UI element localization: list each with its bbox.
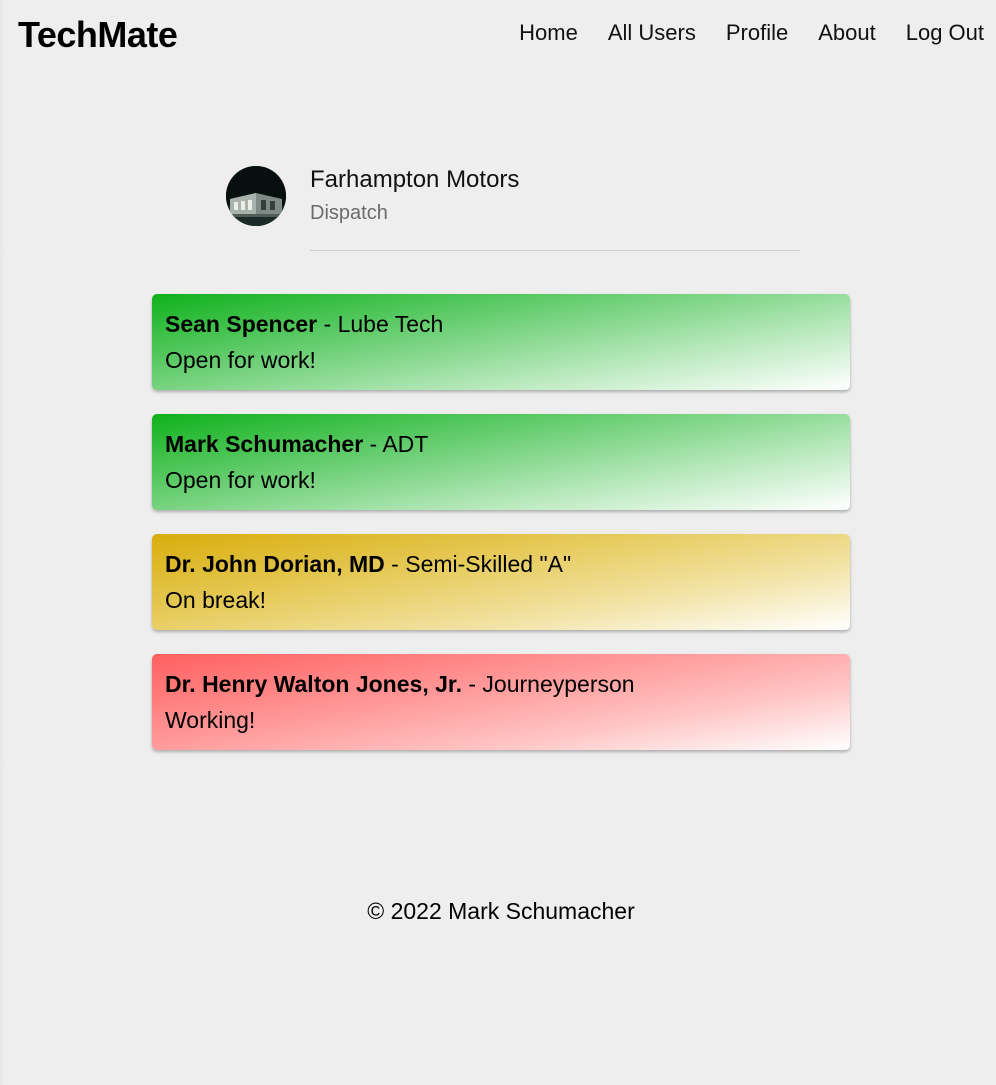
profile-name: Farhampton Motors xyxy=(310,166,520,193)
user-card-heading: Mark Schumacher - ADT xyxy=(165,429,837,459)
user-status: Open for work! xyxy=(165,467,316,493)
nav-link-profile[interactable]: Profile xyxy=(726,20,788,46)
user-card[interactable]: Dr. Henry Walton Jones, Jr. - Journeyper… xyxy=(152,654,850,750)
user-separator: - xyxy=(461,671,483,697)
brand-logo-link[interactable]: TechMate xyxy=(18,14,178,56)
user-card[interactable]: Mark Schumacher - ADT Open for work! xyxy=(152,414,850,510)
user-name: Dr. Henry Walton Jones, Jr. xyxy=(165,671,462,697)
avatar xyxy=(226,166,286,226)
building-photo-icon xyxy=(226,166,286,226)
navbar: TechMate Home All Users Profile About Lo… xyxy=(0,0,996,72)
user-title: Journeyperson xyxy=(482,671,635,697)
user-name: Mark Schumacher xyxy=(165,431,364,457)
footer-copyright: © 2022 Mark Schumacher xyxy=(367,898,635,924)
user-separator: - xyxy=(384,551,406,577)
profile-role: Dispatch xyxy=(310,202,388,224)
user-status: Working! xyxy=(165,707,256,733)
user-card[interactable]: Sean Spencer - Lube Tech Open for work! xyxy=(152,294,850,390)
user-card-heading: Dr. Henry Walton Jones, Jr. - Journeyper… xyxy=(165,669,837,699)
user-separator: - xyxy=(317,311,338,337)
nav-link-home[interactable]: Home xyxy=(519,20,578,46)
user-name: Sean Spencer xyxy=(165,311,318,337)
nav-link-about[interactable]: About xyxy=(818,20,876,46)
nav-links: Home All Users Profile About Log Out xyxy=(519,20,984,46)
user-title: Lube Tech xyxy=(337,311,444,337)
user-name: Dr. John Dorian, MD xyxy=(165,551,385,577)
user-status: On break! xyxy=(165,587,266,613)
user-card-heading: Dr. John Dorian, MD - Semi-Skilled "A" xyxy=(165,549,837,579)
user-card-heading: Sean Spencer - Lube Tech xyxy=(165,309,837,339)
user-separator: - xyxy=(363,431,383,457)
user-title: ADT xyxy=(382,431,429,457)
nav-link-log-out[interactable]: Log Out xyxy=(906,20,984,46)
profile-divider xyxy=(310,250,800,251)
user-list: Sean Spencer - Lube Tech Open for work! … xyxy=(152,294,850,774)
user-status: Open for work! xyxy=(165,347,316,373)
user-title: Semi-Skilled "A" xyxy=(405,551,572,577)
profile-header: Farhampton Motors Dispatch xyxy=(226,166,800,252)
nav-link-all-users[interactable]: All Users xyxy=(608,20,696,46)
user-card[interactable]: Dr. John Dorian, MD - Semi-Skilled "A" O… xyxy=(152,534,850,630)
